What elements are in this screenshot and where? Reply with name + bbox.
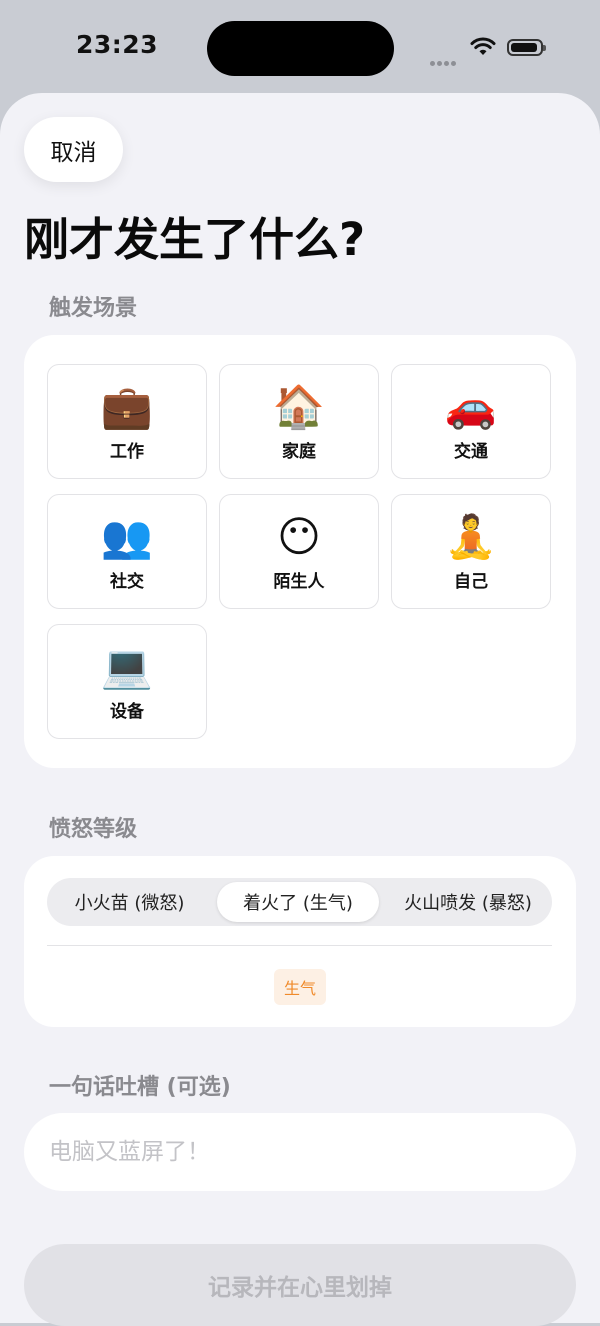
battery-icon xyxy=(507,39,546,56)
scene-card: 💼 工作 🏠 家庭 🚗 交通 👥 社交 😶 陌生人 🧘 自己 💻 设备 xyxy=(24,335,576,768)
scene-section-label: 触发场景 xyxy=(49,296,138,321)
scene-tile-family[interactable]: 🏠 家庭 xyxy=(219,364,379,479)
status-time: 23:23 xyxy=(76,30,159,59)
page-title: 刚才发生了什么? xyxy=(24,213,366,266)
cancel-button[interactable]: 取消 xyxy=(24,117,123,182)
anger-section-label: 愤怒等级 xyxy=(49,817,138,842)
scene-tile-stranger[interactable]: 😶 陌生人 xyxy=(219,494,379,609)
divider xyxy=(47,945,552,946)
signal-icon xyxy=(430,51,458,70)
scene-tile-label: 陌生人 xyxy=(273,572,325,592)
scene-tile-label: 交通 xyxy=(454,442,488,462)
house-icon: 🏠 xyxy=(272,382,326,431)
scene-tile-label: 自己 xyxy=(454,572,488,592)
people-icon: 👥 xyxy=(100,512,154,561)
scene-tile-label: 设备 xyxy=(110,702,144,722)
anger-card: 小火苗 (微怒) 着火了 (生气) 火山喷发 (暴怒) 生气 xyxy=(24,856,576,1027)
scene-tile-device[interactable]: 💻 设备 xyxy=(47,624,207,739)
anger-option-mild[interactable]: 小火苗 (微怒) xyxy=(51,882,208,922)
meditation-icon: 🧘 xyxy=(444,512,498,561)
scene-tile-self[interactable]: 🧘 自己 xyxy=(391,494,551,609)
scene-tile-social[interactable]: 👥 社交 xyxy=(47,494,207,609)
dynamic-island xyxy=(207,21,394,76)
scene-tile-label: 工作 xyxy=(110,442,144,462)
scene-tile-label: 家庭 xyxy=(282,442,316,462)
anger-level-badge: 生气 xyxy=(274,969,326,1005)
vent-section-label: 一句话吐槽 (可选) xyxy=(49,1075,231,1100)
no-mouth-face-icon: 😶 xyxy=(277,512,321,561)
status-bar: 23:23 xyxy=(0,0,600,92)
wifi-icon xyxy=(470,37,496,61)
anger-option-angry[interactable]: 着火了 (生气) xyxy=(217,882,379,922)
anger-option-furious[interactable]: 火山喷发 (暴怒) xyxy=(387,882,549,922)
record-sheet: 取消 刚才发生了什么? 触发场景 💼 工作 🏠 家庭 🚗 交通 👥 社交 😶 陌… xyxy=(0,93,600,1326)
car-icon: 🚗 xyxy=(444,382,498,431)
scene-tile-work[interactable]: 💼 工作 xyxy=(47,364,207,479)
briefcase-icon: 💼 xyxy=(100,382,154,431)
vent-input[interactable] xyxy=(24,1113,576,1191)
scene-tile-label: 社交 xyxy=(110,572,144,592)
anger-level-segmented-control: 小火苗 (微怒) 着火了 (生气) 火山喷发 (暴怒) xyxy=(47,878,552,926)
laptop-icon: 💻 xyxy=(100,642,154,691)
scene-tile-traffic[interactable]: 🚗 交通 xyxy=(391,364,551,479)
submit-button[interactable]: 记录并在心里划掉 xyxy=(24,1244,576,1326)
